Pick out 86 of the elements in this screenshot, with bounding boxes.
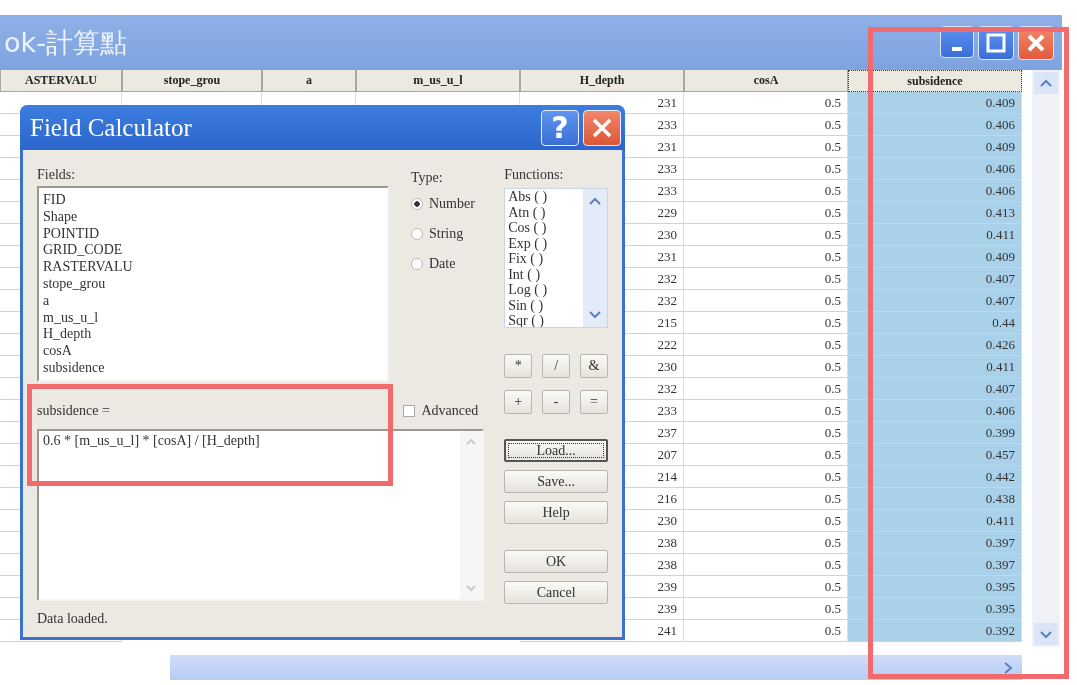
horizontal-scrollbar[interactable]: [170, 655, 1022, 680]
fields-label: Fields:: [37, 166, 77, 184]
table-cell: 0.406: [848, 400, 1022, 422]
window-title: ok-計算點: [4, 25, 127, 60]
field-item[interactable]: Shape: [43, 208, 383, 226]
table-cell: 0.407: [848, 268, 1022, 290]
table-cell: 0.395: [848, 576, 1022, 598]
scroll-down-icon: [1032, 623, 1060, 645]
field-item[interactable]: cosA: [43, 343, 383, 360]
dialog-button[interactable]: Cancel: [504, 581, 608, 604]
maximize-icon: [986, 32, 1006, 53]
table-cell: 0.406: [848, 158, 1022, 180]
checkbox-label[interactable]: Advanced: [421, 403, 479, 419]
dialog-button[interactable]: Load...: [504, 439, 608, 462]
table-cell: 0.457: [848, 444, 1022, 466]
operator-button[interactable]: =: [580, 390, 608, 414]
column-header[interactable]: m_us_u_l: [356, 70, 520, 92]
field-item[interactable]: a: [43, 292, 383, 310]
table-cell: 0.395: [848, 598, 1022, 620]
radio-button[interactable]: [411, 228, 423, 240]
scroll-up-icon: [1032, 72, 1060, 94]
operator-button[interactable]: +: [504, 390, 533, 414]
field-item[interactable]: POINTID: [43, 225, 383, 243]
table-cell: 0.44: [848, 312, 1022, 334]
scroll-up-icon: [589, 198, 601, 205]
table-cell: 0.406: [848, 114, 1022, 136]
dialog-title: Field Calculator: [30, 113, 192, 142]
close-icon: [591, 116, 613, 139]
radio-label[interactable]: Date: [429, 256, 456, 272]
operator-button[interactable]: *: [504, 354, 533, 378]
operator-button[interactable]: /: [542, 354, 571, 378]
close-icon: [1026, 32, 1046, 53]
table-cell: 0.399: [848, 422, 1022, 444]
table-cell: 0.442: [848, 466, 1022, 488]
column-header[interactable]: ASTERVALU: [0, 70, 122, 92]
column-header[interactable]: a: [262, 70, 356, 92]
type-label: Type:: [411, 169, 444, 187]
table-cell: 0.406: [848, 180, 1022, 202]
table-cell: 0.397: [848, 532, 1022, 554]
table-cell: 0.426: [848, 334, 1022, 356]
scroll-right-icon: [1002, 659, 1014, 676]
column-header[interactable]: H_depth: [520, 70, 684, 92]
table-cell: 0.411: [848, 224, 1022, 246]
close-button[interactable]: [583, 109, 621, 146]
radio-label[interactable]: Number: [429, 196, 475, 212]
status-text: Data loaded.: [37, 611, 109, 627]
table-cell: 0.413: [848, 202, 1022, 224]
scroll-up-icon: [466, 439, 477, 445]
table-cell: 0.392: [848, 620, 1022, 642]
field-item[interactable]: stope_grou: [43, 276, 383, 293]
table-cell: 0.409: [848, 92, 1022, 114]
radio-button[interactable]: [411, 198, 423, 210]
fields-list[interactable]: FID Shape POINTID GRID_CODE RASTERVALU stope_grou a m_us_u_l H_depth cosA subsidence: [37, 186, 389, 382]
scroll-down-icon: [466, 585, 477, 591]
radio-button[interactable]: [411, 258, 423, 270]
table-cell: 0.407: [848, 290, 1022, 312]
table-cell: 0.407: [848, 378, 1022, 400]
minimize-icon: [952, 46, 962, 51]
dialog-button[interactable]: Help: [504, 501, 608, 524]
table-cell: 0.409: [848, 136, 1022, 158]
field-item[interactable]: H_depth: [43, 326, 383, 344]
vertical-scrollbar[interactable]: [1032, 70, 1060, 647]
table-cell: 0.397: [848, 554, 1022, 576]
functions-scrollbar[interactable]: [583, 189, 607, 327]
column-header[interactable]: cosA: [684, 70, 848, 92]
radio-label[interactable]: String: [429, 226, 464, 242]
field-item[interactable]: subsidence: [43, 359, 383, 377]
table-cell: 0.411: [848, 356, 1022, 378]
field-item[interactable]: RASTERVALU: [43, 259, 383, 276]
column-header[interactable]: stope_grou: [122, 70, 262, 92]
field-item[interactable]: GRID_CODE: [43, 242, 383, 260]
table-cell: 0.411: [848, 510, 1022, 532]
expression-field[interactable]: 0.6 * [m_us_u_l] * [cosA] / [H_depth]: [37, 429, 485, 601]
expression-label: subsidence =: [37, 403, 110, 419]
dialog-button[interactable]: Save...: [504, 470, 608, 493]
column-header[interactable]: subsidence: [848, 70, 1022, 92]
operator-button[interactable]: -: [542, 390, 571, 414]
table-cell: 0.409: [848, 246, 1022, 268]
help-button[interactable]: ?: [541, 109, 579, 146]
dialog-button[interactable]: OK: [504, 550, 608, 573]
field-item[interactable]: m_us_u_l: [43, 309, 383, 327]
field-item[interactable]: FID: [43, 192, 383, 209]
checkbox[interactable]: [403, 405, 416, 417]
table-cell: 0.438: [848, 488, 1022, 510]
operator-button[interactable]: &: [580, 354, 608, 378]
scroll-down-icon: [589, 311, 601, 318]
